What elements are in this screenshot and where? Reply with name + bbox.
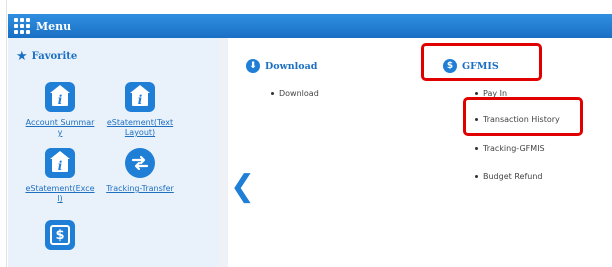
bullet [475, 92, 478, 95]
menu-bar: Menu [8, 14, 612, 38]
favorite-item-estatement-excel[interactable]: i eStatement(Excel) [22, 148, 98, 204]
favorite-item-estatement-text[interactable]: i eStatement(Text Layout) [102, 82, 178, 138]
link-label: Tracking-GFMIS [483, 144, 545, 153]
link-budget-refund[interactable]: Budget Refund [475, 172, 542, 181]
info-house-icon: i [45, 148, 75, 178]
chevron-left-icon[interactable]: ❮ [230, 172, 255, 202]
favorite-item-label: eStatement(Excel) [25, 184, 95, 203]
page-edge-line [6, 0, 7, 267]
favorite-item-account-summary[interactable]: i Account Summary [22, 82, 98, 138]
star-icon: ★ [16, 49, 28, 64]
link-tracking-gfmis[interactable]: Tracking-GFMIS [475, 144, 545, 153]
download-section-header: ⬇ Download [246, 59, 317, 73]
link-download[interactable]: Download [271, 89, 319, 98]
link-label: Budget Refund [483, 172, 543, 181]
link-label: Download [279, 89, 319, 98]
favorite-item-label: Account Summary [25, 118, 95, 137]
transfer-arrows-icon [125, 148, 155, 178]
favorite-item-dollar[interactable]: $ [22, 220, 98, 250]
dollar-icon: $ [45, 220, 75, 250]
favorite-item-label: eStatement(Text Layout) [106, 118, 174, 137]
panel-divider [218, 38, 228, 267]
highlight-box-transaction-history [463, 97, 583, 136]
bullet [475, 175, 478, 178]
info-house-icon: i [125, 82, 155, 112]
download-icon: ⬇ [246, 59, 260, 73]
menu-title: Menu [36, 19, 72, 33]
favorite-item-tracking-transfer[interactable]: Tracking-Transfer [102, 148, 178, 194]
download-section-title: Download [265, 60, 318, 72]
favorite-item-label: Tracking-Transfer [106, 184, 174, 193]
highlight-box-gfmis [421, 43, 542, 81]
favorite-header: ★ Favorite [16, 50, 77, 63]
bullet [475, 147, 478, 150]
info-house-icon: i [45, 82, 75, 112]
grid-menu-icon[interactable] [14, 18, 30, 34]
bullet [271, 92, 274, 95]
favorite-label: Favorite [31, 51, 78, 62]
